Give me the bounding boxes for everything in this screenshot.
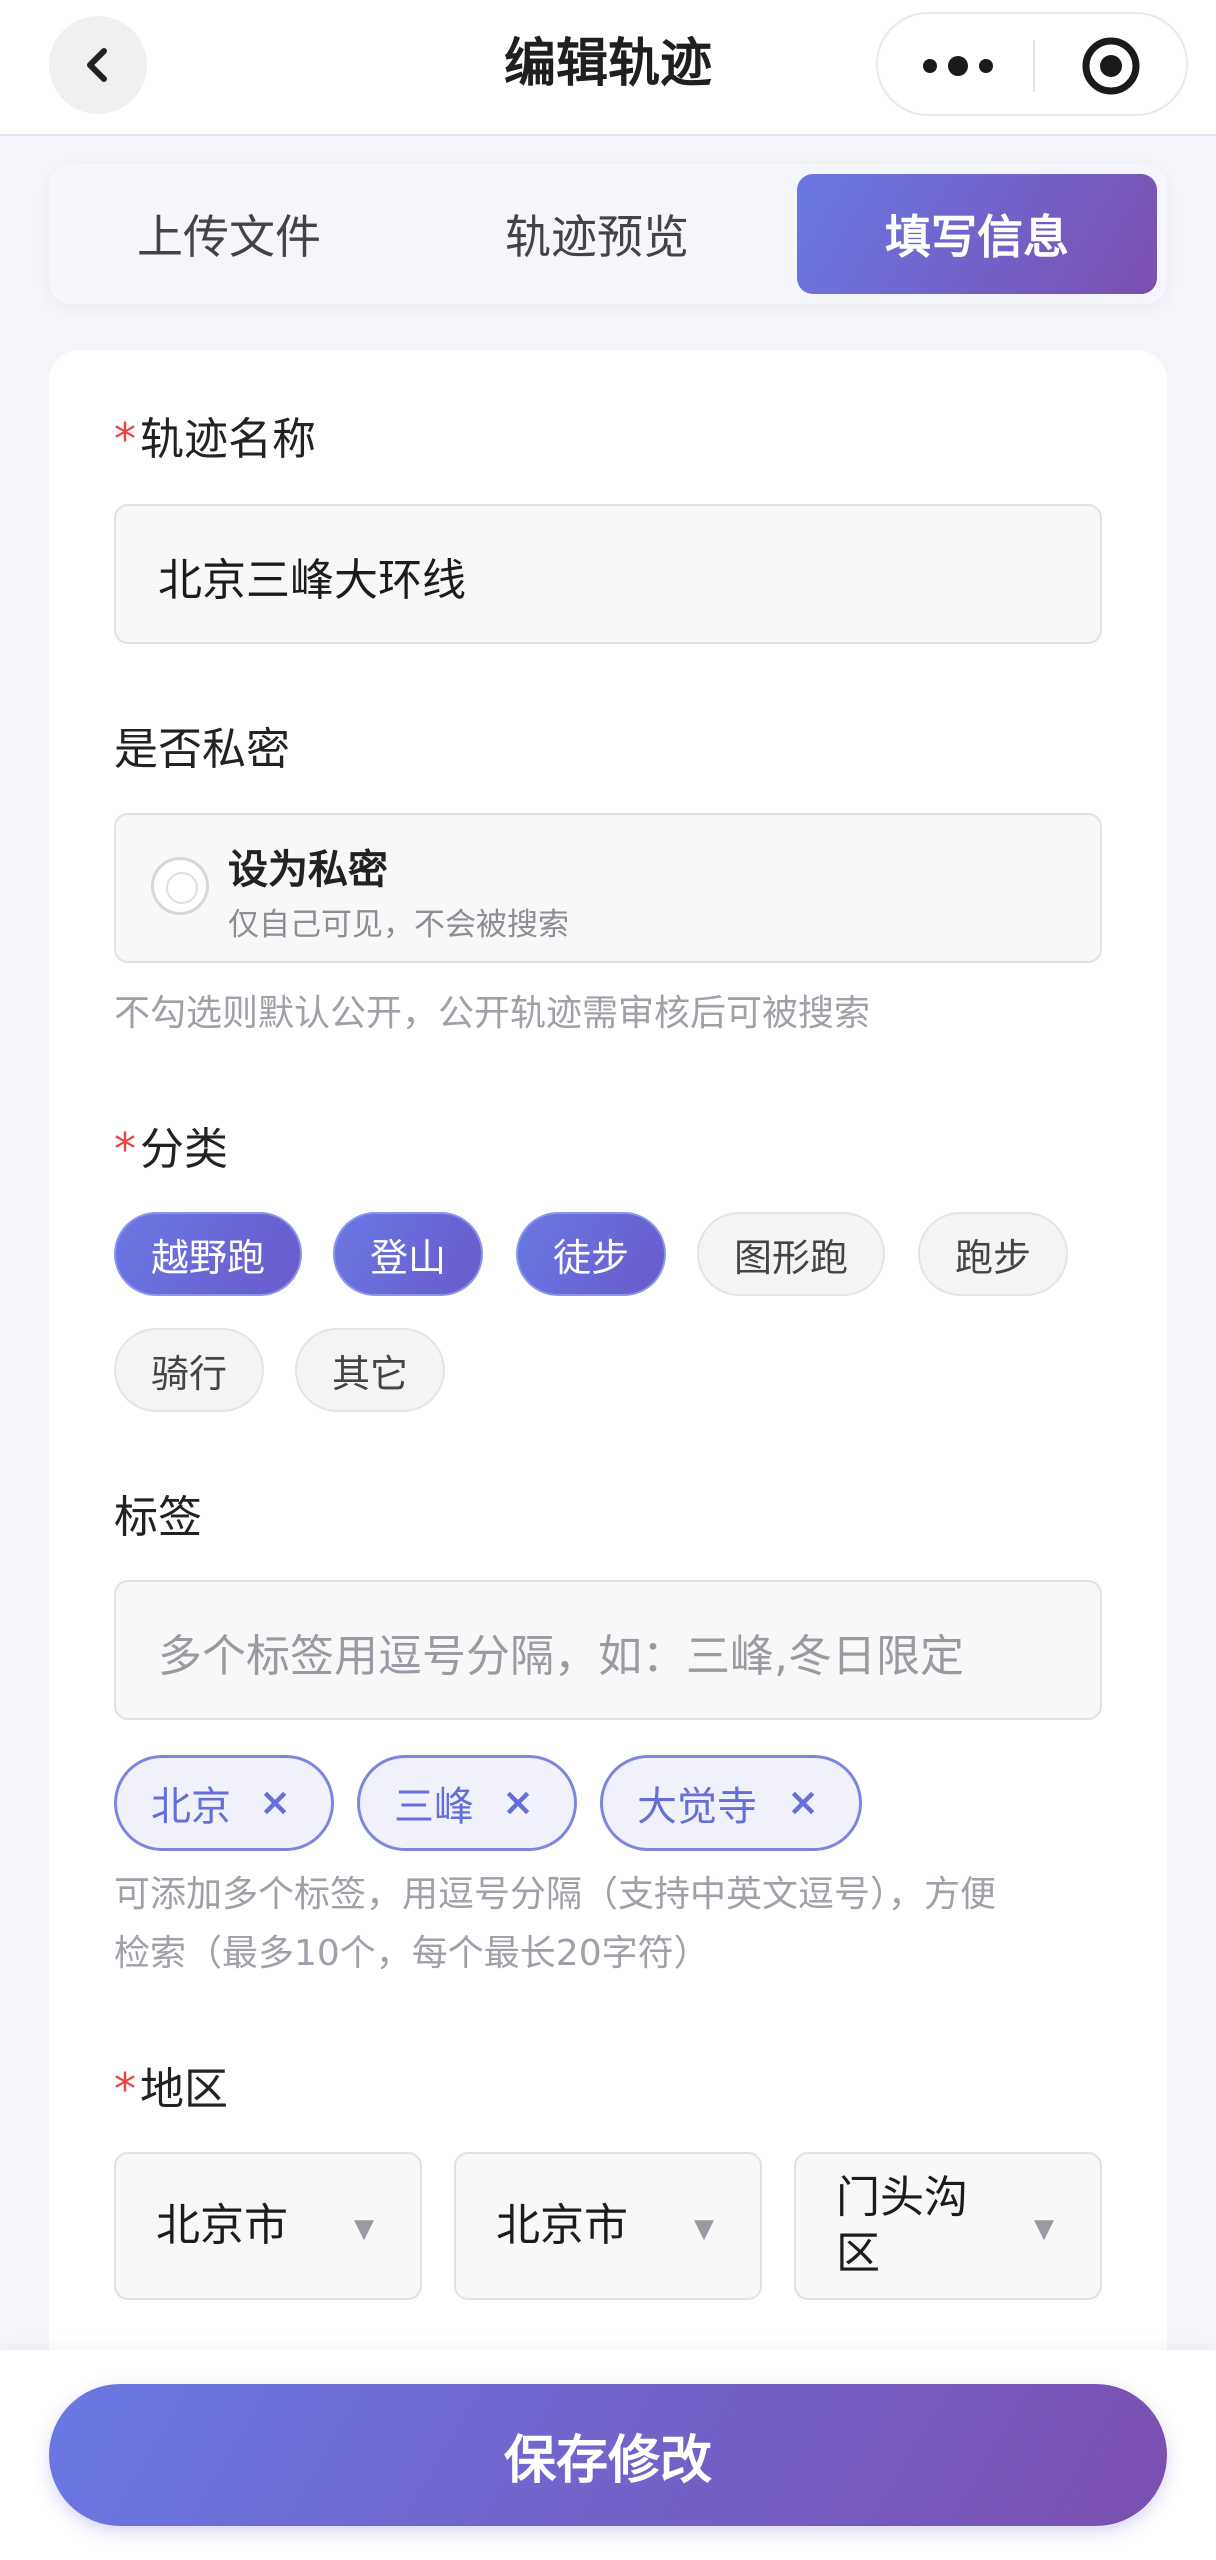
category-chip-cycling[interactable]: 骑行	[114, 1328, 264, 1412]
privacy-option[interactable]: 设为私密 仅自己可见，不会被搜索	[114, 813, 1102, 963]
tag-label: 大觉寺	[637, 1784, 757, 1830]
category-label: *分类	[114, 1124, 228, 1175]
remove-tag-icon[interactable]: ×	[787, 1780, 819, 1824]
privacy-label: 是否私密	[114, 724, 290, 775]
tags-hint-line2: 检索（最多10个，每个最长20字符）	[114, 1933, 710, 1974]
step-tabs: 上传文件 轨迹预览 填写信息	[49, 164, 1167, 304]
region-label: *地区	[114, 2064, 228, 2115]
dropdown-arrow-icon: ▼	[1034, 2214, 1054, 2244]
required-mark: *	[114, 414, 136, 465]
tag-chip: 大觉寺 ×	[600, 1755, 862, 1851]
category-chip-mountaineering[interactable]: 登山	[333, 1212, 483, 1296]
tag-label: 北京	[151, 1784, 231, 1830]
category-chip-other[interactable]: 其它	[295, 1328, 445, 1412]
category-chip-hiking[interactable]: 徒步	[516, 1212, 666, 1296]
track-name-label: *轨迹名称	[114, 414, 316, 465]
remove-tag-icon[interactable]: ×	[502, 1780, 534, 1824]
save-button[interactable]: 保存修改	[49, 2384, 1167, 2526]
tags-label: 标签	[114, 1492, 202, 1543]
track-name-value: 北京三峰大环线	[158, 555, 466, 606]
category-chip-trail-running[interactable]: 越野跑	[114, 1212, 302, 1296]
privacy-option-desc: 仅自己可见，不会被搜索	[228, 907, 569, 943]
category-chip-pattern-run[interactable]: 图形跑	[697, 1212, 885, 1296]
tab-fill-info[interactable]: 填写信息	[797, 174, 1157, 294]
district-value-line1: 门头沟	[836, 2172, 968, 2223]
city-select[interactable]: 北京市 ▼	[454, 2152, 762, 2300]
capsule-divider	[1033, 40, 1035, 92]
category-chip-running[interactable]: 跑步	[918, 1212, 1068, 1296]
privacy-option-title: 设为私密	[228, 847, 388, 893]
tags-placeholder: 多个标签用逗号分隔，如：三峰,冬日限定	[158, 1631, 964, 1682]
bottom-action-bar: 保存修改	[0, 2350, 1216, 2560]
district-value-line2: 区	[836, 2228, 880, 2279]
required-mark: *	[114, 2064, 136, 2115]
tag-chip: 北京 ×	[114, 1755, 334, 1851]
tags-hint-line1: 可添加多个标签，用逗号分隔（支持中英文逗号），方便	[114, 1874, 997, 1915]
required-mark: *	[114, 1124, 136, 1175]
record-target-icon[interactable]	[1081, 36, 1141, 96]
tab-upload-file[interactable]: 上传文件	[49, 174, 409, 294]
city-value: 北京市	[496, 2200, 628, 2251]
mini-program-capsule	[876, 12, 1188, 116]
privacy-radio[interactable]	[151, 857, 209, 915]
more-dots-icon[interactable]	[920, 44, 996, 88]
privacy-hint: 不勾选则默认公开，公开轨迹需审核后可被搜索	[114, 993, 871, 1034]
district-select[interactable]: 门头沟 区 ▼	[794, 2152, 1102, 2300]
dropdown-arrow-icon: ▼	[694, 2214, 714, 2244]
province-value: 北京市	[156, 2200, 288, 2251]
tag-label: 三峰	[394, 1784, 474, 1830]
tag-chip: 三峰 ×	[357, 1755, 577, 1851]
navigation-bar: 编辑轨迹	[0, 0, 1216, 136]
dropdown-arrow-icon: ▼	[354, 2214, 374, 2244]
province-select[interactable]: 北京市 ▼	[114, 2152, 422, 2300]
track-name-input[interactable]: 北京三峰大环线	[114, 504, 1102, 644]
remove-tag-icon[interactable]: ×	[259, 1780, 291, 1824]
tab-track-preview[interactable]: 轨迹预览	[417, 174, 777, 294]
tags-input[interactable]: 多个标签用逗号分隔，如：三峰,冬日限定	[114, 1580, 1102, 1720]
